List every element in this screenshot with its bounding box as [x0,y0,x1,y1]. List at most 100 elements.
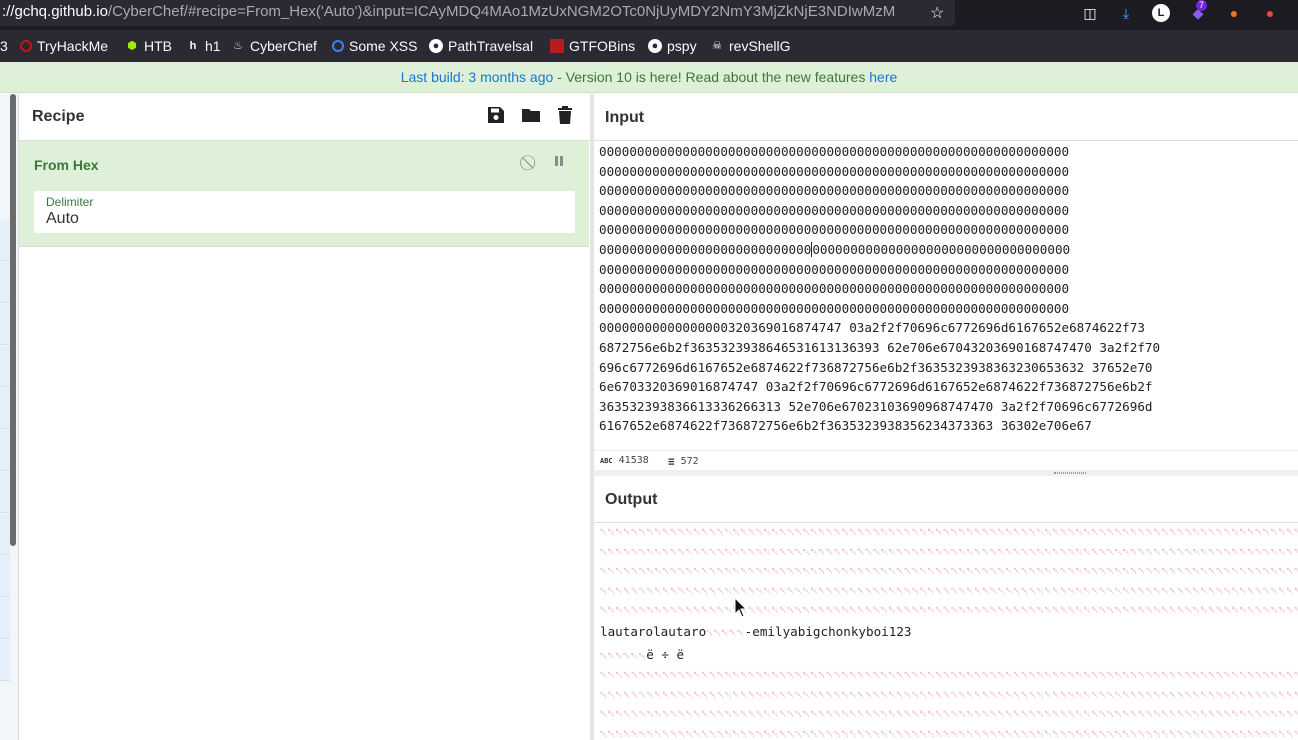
input-lines: 572 [680,456,699,467]
input-line: 6e6703320369016874747 03a2f2f70696c67726… [599,379,1153,395]
foxyproxy-icon[interactable]: ● [1224,3,1244,23]
banner-text: - Version 10 is here! Read about the new… [553,69,870,85]
delimiter-label: Delimiter [46,195,94,209]
input-line-part: 0000000000000000000000000000 [599,241,812,257]
extension-badge: 7 [1196,0,1208,11]
input-panel: Input 0000000000000000000000000000000000… [594,94,1298,470]
operation-list-item[interactable] [0,430,10,471]
input-status-bar: ABC 41538 ≡ 572 [594,450,1298,470]
input-line: 363532393836613336266313 52e706e67023103… [599,398,1153,414]
github-icon: ● [648,39,662,53]
gtfobins-icon [550,39,564,53]
control-chars-line: ␀␀␀␀␀␀␀␀␀␀␀␀␀␀␀␀␀␀␀␀␀␀␀␀␀␀␀␀␀␀␀␀␀␀␀␀␀␀␀␀… [600,690,1298,701]
input-line-part: 0000000000000000000000000000000000 [812,241,1071,257]
operation-list-item[interactable] [0,598,10,639]
load-recipe-folder-icon[interactable] [520,106,542,128]
tryhackme-icon [20,40,32,52]
bookmark-tryhackme[interactable]: TryHackMe [20,38,108,54]
disable-operation-icon[interactable]: ⃠ [522,154,540,172]
url-host: ://gchq.github.io [2,3,108,20]
control-chars-line: ␀␀␀␀␀␀␀␀␀␀␀␀␀␀␀␀␀␀␀␀␀␀␀␀␀␀␀␀␀␀␀␀␀␀␀␀␀␀␀␀… [600,606,1298,617]
control-chars-line: ␀␀␀␀␀␀␀␀␀␀␀␀␀␀␀␀␀␀␀␀␀␀␀␀␀␀␀␀␀␀␀␀␀␀␀␀␀␀␀␀… [600,586,1298,597]
output-title: Output [605,491,658,508]
bookmark-pathtravelsal[interactable]: ● PathTravelsal [429,38,533,54]
bookmark-gtfobins[interactable]: GTFOBins [550,38,635,54]
input-line: 0000000000000000000000000000000000000000… [599,202,1070,218]
recipe-title: Recipe [32,108,85,125]
operation-list-item[interactable] [0,304,10,345]
output-header: Output [594,476,1298,523]
url-field[interactable]: ://gchq.github.io/CyberChef/#recipe=From… [0,0,955,26]
bookmark-htb[interactable]: ⬢ HTB [125,38,172,54]
hackerone-icon: h [189,40,197,52]
operations-scrollbar[interactable] [10,94,16,546]
clear-recipe-trash-icon[interactable] [554,106,576,128]
output-line: ␀␀␀␀␀␀ë ÷ ë [600,645,1298,668]
operation-list-item[interactable] [0,472,10,513]
operation-from-hex[interactable]: From Hex ⃠ Delimiter Auto [19,141,589,247]
control-chars-line: ␀␀␀␀␀␀␀␀␀␀␀␀␀␀␀␀␀␀␀␀␀␀␀␀␀␀␀␀␀␀␀␀␀␀␀␀␀␀␀␀… [600,528,1298,538]
operation-list-item[interactable] [0,220,10,261]
control-chars-line: ␀␀␀␀␀␀␀␀␀␀␀␀␀␀␀␀␀␀␀␀␀␀␀␀␀␀␀␀␀␀␀␀␀␀␀␀␀␀␀␀… [600,671,1298,682]
input-line: 0000000000000000000000000000000000000000… [599,261,1070,277]
input-line: 0000000000000000000000000000000000000000… [599,300,1070,316]
banner-here-link[interactable]: here [869,69,897,85]
url-path: /CyberChef/#recipe=From_Hex('Auto')&inpu… [107,3,896,20]
browser-toolbar: ://gchq.github.io/CyberChef/#recipe=From… [0,0,1298,30]
input-line: 0000000000000000000000000000000000000000… [599,281,1070,297]
input-line: 0000000000000000000000000000000000000000… [599,163,1070,179]
input-title: Input [605,109,645,126]
download-icon[interactable]: ⤓ [1116,3,1136,23]
control-chars-line: ␀␀␀␀␀␀␀␀␀␀␀␀␀␀␀␀␀␀␀␀␀␀␀␀␀␀␀␀␀␀␀␀␀␀␀␀␀␀␀␀… [600,547,1298,558]
operation-list-item[interactable] [0,346,10,387]
xss-icon [332,40,344,52]
input-line: 696c6772696d6167652e6874622f736872756e6b… [599,359,1153,375]
input-length: 41538 [618,455,649,466]
decoded-username: lautarolautaro [600,623,707,639]
output-line: lautarolautaro␀␀␀␀␀-emilyabigchonkyboi12… [600,622,1298,645]
input-length-stat: ABC 41538 [600,455,649,466]
input-line: 6872756e6b2f3635323938646531613136393 62… [599,339,1161,355]
operation-list-item[interactable] [0,640,10,681]
operation-list-item[interactable] [0,388,10,429]
control-chars: ␀␀␀␀␀ [706,628,745,639]
fox-extension-icon[interactable]: ● [1260,3,1280,23]
last-build-link[interactable]: Last build: 3 months ago [401,69,554,85]
operation-title: From Hex [34,157,99,173]
abc-icon: ABC [600,456,613,465]
skull-icon: ☠ [712,40,722,52]
bookmark-some-xss[interactable]: Some XSS [332,38,417,54]
input-line: 0000000000000000000000000000000000000000… [599,240,1298,260]
bookmarks-bar: 3 TryHackMe ⬢ HTB h h1 ♨ CyberChef Some XSS… [0,30,1298,62]
bookmark-item[interactable]: 3 [0,38,8,54]
bookmark-cyberchef[interactable]: ♨ CyberChef [231,38,317,54]
recipe-header: Recipe [19,94,590,141]
bookmark-star-icon[interactable]: ☆ [930,3,944,23]
operations-panel-edge [0,94,19,740]
bookmark-revshellg[interactable]: ☠ revShellG [710,38,790,54]
delimiter-value: Auto [46,210,79,227]
github-icon: ● [429,39,443,53]
operation-list-item[interactable] [0,556,10,597]
breakpoint-pause-icon[interactable] [550,154,568,172]
mouse-cursor-icon [734,597,748,618]
input-line: 00000000000000000320369016874747 03a2f2f… [599,320,1145,336]
bookmark-h1[interactable]: h h1 [186,38,221,54]
output-textarea[interactable]: ␀␀␀␀␀␀␀␀␀␀␀␀␀␀␀␀␀␀␀␀␀␀␀␀␀␀␀␀␀␀␀␀␀␀␀␀␀␀␀␀… [600,524,1298,740]
resize-grip-icon [1054,472,1086,474]
bookmark-pspy[interactable]: ● pspy [648,38,697,54]
recipe-panel: Recipe From Hex ⃠ Delimiter Auto [19,94,591,740]
input-textarea[interactable]: 0000000000000000000000000000000000000000… [599,142,1298,448]
input-line: 6167652e6874622f736872756e6b2f3635323938… [599,418,1092,434]
notification-banner: Last build: 3 months ago - Version 10 is… [0,62,1298,93]
account-icon[interactable]: L [1152,4,1170,22]
control-chars-line: ␀␀␀␀␀␀␀␀␀␀␀␀␀␀␀␀␀␀␀␀␀␀␀␀␀␀␀␀␀␀␀␀␀␀␀␀␀␀␀␀… [600,567,1298,578]
input-lines-stat: ≡ 572 [668,455,699,468]
operation-list-item[interactable] [0,262,10,303]
save-recipe-icon[interactable] [485,106,507,128]
input-line: 0000000000000000000000000000000000000000… [599,183,1070,199]
control-chars-line: ␀␀␀␀␀␀␀␀␀␀␀␀␀␀␀␀␀␀␀␀␀␀␀␀␀␀␀␀␀␀␀␀␀␀␀␀␀␀␀␀… [600,710,1298,721]
delimiter-select[interactable]: Delimiter Auto [34,191,575,233]
pocket-icon[interactable]: ◫ [1080,3,1100,23]
operation-list-item[interactable] [0,514,10,555]
